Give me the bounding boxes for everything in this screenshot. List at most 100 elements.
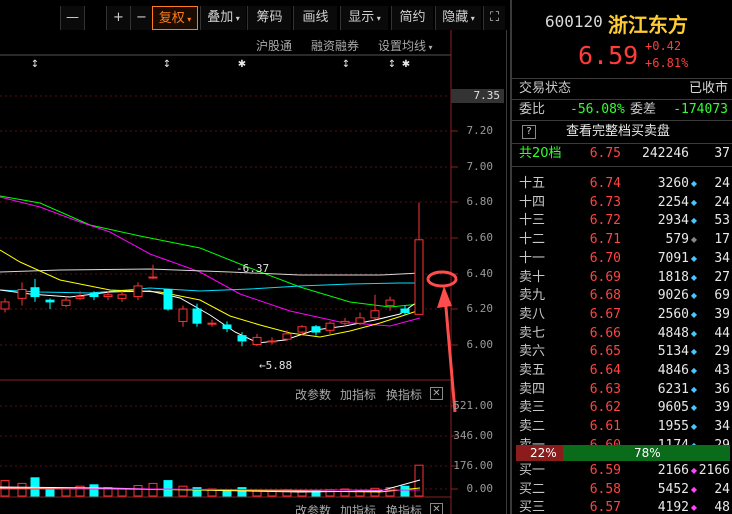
level-price: 6.62 <box>589 400 621 416</box>
level-volume: 2166 <box>657 463 689 478</box>
ma-settings-label[interactable]: 设置均线 ▾ <box>378 37 433 54</box>
ask-level-row[interactable]: 十五 6.74 3260 ◆ 24 <box>512 175 732 193</box>
close-indicator-icon-2[interactable]: ✕ <box>430 502 443 514</box>
stock-code: 600120 <box>545 12 603 31</box>
ask-level-row[interactable]: 十二 6.71 579 ◆ 17 <box>512 231 732 249</box>
up-candle <box>148 276 158 279</box>
margin-trading-label[interactable]: 融资融券 <box>311 37 359 54</box>
volume-bar-up <box>178 485 188 497</box>
draw-line-button[interactable]: 画线 <box>293 6 337 30</box>
ask-level-row[interactable]: 十三 6.72 2934 ◆ 53 <box>512 212 732 230</box>
bid-level-row[interactable]: 买三 6.57 4192 ◆ 48 <box>512 499 732 514</box>
up-candle <box>325 322 335 331</box>
edit-params-button-2[interactable]: 改参数 <box>295 502 331 514</box>
display-button[interactable]: 显示 ▾ <box>340 6 388 30</box>
diamond-icon: ◆ <box>690 347 697 357</box>
level-price: 6.66 <box>589 325 621 341</box>
ask-level-row[interactable]: 卖六 6.65 5134 ◆ 29 <box>512 343 732 361</box>
ask-level-row[interactable]: 十一 6.70 7091 ◆ 34 <box>512 250 732 268</box>
level-label: 十三 <box>519 213 546 229</box>
volume-axis-label: 346.00 <box>453 429 493 442</box>
level-volume: 4192 <box>657 500 689 514</box>
adjust-price-button[interactable]: 复权 ▾ <box>152 6 198 30</box>
chips-button[interactable]: 筹码 <box>247 6 291 30</box>
divider <box>512 99 732 100</box>
up-candle <box>282 333 292 340</box>
level-volume: 7091 <box>657 250 689 266</box>
level-label: 十四 <box>519 194 546 210</box>
current-price-tag: 7.35 <box>451 89 504 103</box>
level-label: 卖五 <box>519 363 546 378</box>
ask-level-row[interactable]: 卖三 6.62 9605 ◆ 39 <box>512 399 732 417</box>
buy-ratio-label: 78% <box>634 446 661 460</box>
level-count: 34 <box>714 419 730 435</box>
hide-button[interactable]: 隐藏 ▾ <box>435 6 481 30</box>
level-label: 买三 <box>519 500 546 514</box>
total-levels-vol: 242246 <box>642 146 689 161</box>
down-candle <box>311 326 321 333</box>
down-candle <box>400 308 410 314</box>
level-label: 卖二 <box>519 419 546 435</box>
up-candle <box>178 308 188 322</box>
divider <box>512 120 732 121</box>
ask-level-row[interactable]: 卖八 6.67 2560 ◆ 39 <box>512 306 732 324</box>
level-price: 6.73 <box>589 194 621 210</box>
diamond-icon: ◆ <box>690 235 697 245</box>
add-indicator-button[interactable]: 加指标 <box>340 386 376 403</box>
level-volume: 9605 <box>657 400 689 416</box>
edit-params-button[interactable]: 改参数 <box>295 386 331 403</box>
volume-bar-down <box>237 487 247 497</box>
full-book-row[interactable]: ? 查看完整档买卖盘 <box>512 123 732 141</box>
divider <box>512 166 732 167</box>
event-marker-icon: ✱ <box>402 59 410 70</box>
volume-bar-down <box>163 480 173 497</box>
total-levels-label: 共20档 <box>519 146 562 161</box>
ask-level-row[interactable]: 卖五 6.64 4846 ◆ 43 <box>512 362 732 380</box>
overlay-button[interactable]: 叠加 ▾ <box>200 6 246 30</box>
bid-level-row[interactable]: 买二 6.58 5452 ◆ 24 <box>512 481 732 499</box>
level-count: 39 <box>714 400 730 416</box>
bid-level-row[interactable]: 买一 6.59 2166 ◆ 2166 <box>512 462 732 480</box>
order-ratio-row: 委比 -56.08% 委差 -174073 <box>512 101 732 119</box>
ask-level-row[interactable]: 卖七 6.66 4848 ◆ 44 <box>512 325 732 343</box>
toolbar-dash-button[interactable]: — <box>60 6 84 30</box>
help-icon[interactable]: ? <box>522 125 536 139</box>
price-axis-label: 6.80 <box>466 195 494 208</box>
level-count: 29 <box>714 344 730 360</box>
full-book-link[interactable]: 查看完整档买卖盘 <box>566 123 670 141</box>
fullscreen-icon[interactable]: ⛶ <box>483 6 505 30</box>
zoom-in-button[interactable]: + <box>106 6 130 30</box>
up-candle <box>252 336 262 345</box>
ask-level-row[interactable]: 卖九 6.68 9026 ◆ 69 <box>512 287 732 305</box>
close-indicator-icon[interactable]: ✕ <box>430 386 443 400</box>
ask-level-row[interactable]: 卖四 6.63 6231 ◆ 36 <box>512 381 732 399</box>
level-price: 6.64 <box>589 363 621 378</box>
up-candle <box>75 296 85 299</box>
sell-ratio-label: 22% <box>530 446 557 460</box>
level-count: 24 <box>714 194 730 210</box>
level-volume: 2560 <box>657 306 689 322</box>
level-price: 6.57 <box>589 500 621 514</box>
down-candle <box>222 324 232 330</box>
level-price: 6.71 <box>589 232 621 248</box>
simple-mode-button[interactable]: 简约 <box>391 6 433 30</box>
ask-level-row[interactable]: 卖二 6.61 1955 ◆ 34 <box>512 418 732 436</box>
level-price: 6.72 <box>589 213 621 229</box>
level-label: 十五 <box>519 176 546 191</box>
price-axis-label: 7.20 <box>466 124 494 137</box>
total-levels-count: 37 <box>714 146 730 161</box>
add-indicator-button-2[interactable]: 加指标 <box>340 502 376 514</box>
switch-indicator-button-2[interactable]: 换指标 <box>386 502 422 514</box>
ma5-line <box>0 289 421 344</box>
ma60-line <box>0 282 420 294</box>
down-candle <box>163 288 173 310</box>
ask-level-row[interactable]: 十四 6.73 2254 ◆ 24 <box>512 194 732 212</box>
hk-connect-label[interactable]: 沪股通 <box>256 37 292 54</box>
zoom-out-button[interactable]: − <box>130 6 152 30</box>
switch-indicator-button[interactable]: 换指标 <box>386 386 422 403</box>
divider <box>512 143 732 144</box>
ask-level-row[interactable]: 卖十 6.69 1818 ◆ 27 <box>512 269 732 287</box>
weibi-value: -56.08% <box>570 102 625 117</box>
volume-bar-down <box>400 485 410 497</box>
level-count: 17 <box>714 232 730 248</box>
